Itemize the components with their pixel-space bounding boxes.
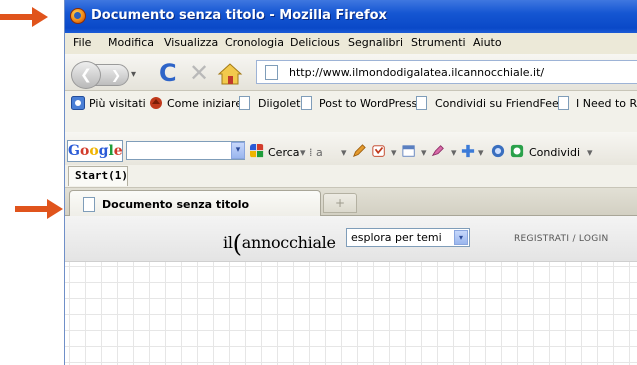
url-bar[interactable]: http://www.ilmondodigalatea.ilcannocchia… [256,60,637,84]
dropdown-icon[interactable]: ▾ [478,146,484,159]
firefox-icon [70,8,86,24]
forward-icon: ❯ [110,68,122,82]
google-logo[interactable]: Google [67,140,123,162]
google-search-dropdown[interactable]: ▾ [231,142,245,159]
menu-bar: File Modifica Visualizza Cronologia Deli… [65,33,637,54]
dropdown-icon[interactable]: ▾ ⁞ a [300,146,323,159]
start-toolbar [65,165,637,188]
dropdown-icon[interactable]: ▾ [341,146,347,159]
menu-delicious[interactable]: Delicious [290,36,340,49]
chevron-down-icon[interactable]: ▾ [454,230,468,245]
toolbar-spacer [65,115,637,132]
register-login-link[interactable]: REGISTRATI / LOGIN [514,234,609,244]
menu-modifica[interactable]: Modifica [108,36,154,49]
google-search-input[interactable] [126,141,245,160]
browser-window: Documento senza titolo - Mozilla Firefox… [64,0,637,365]
page-icon [301,96,312,110]
menu-segnalibri[interactable]: Segnalibri [348,36,403,49]
title-bar: Documento senza titolo - Mozilla Firefox [65,0,637,33]
menu-aiuto[interactable]: Aiuto [473,36,502,49]
highlighter-icon[interactable] [431,144,445,158]
url-text[interactable]: http://www.ilmondodigalatea.ilcannocchia… [289,66,544,79]
annotation-arrow-title [0,7,48,27]
explore-topics-label: esplora per temi [351,231,442,244]
logo-bracket: ( [232,230,242,258]
bookmarks-toolbar: Più visitati Come iniziare Diigolet Post… [65,91,637,115]
dropdown-icon[interactable]: ▾ [587,146,593,159]
bookmark-star-icon[interactable] [372,144,386,158]
back-button[interactable]: ❮ [71,61,101,89]
plus-icon[interactable] [461,144,475,158]
google-search-label[interactable]: Cerca [268,146,300,159]
page-content [65,262,637,365]
dropdown-icon[interactable]: ▾ [391,146,397,159]
back-forward-group: ❯ ❮ ▾ [71,61,145,89]
menu-visualizza[interactable]: Visualizza [164,36,218,49]
window-title: Documento senza titolo - Mozilla Firefox [91,8,387,23]
page-icon [265,65,278,80]
tab-documento-senza-titolo[interactable]: Documento senza titolo [69,190,321,216]
bookmark-i-need-to-read[interactable]: I Need to Re [576,97,637,110]
logo-prefix: il [223,233,233,252]
menu-cronologia[interactable]: Cronologia [225,36,284,49]
menu-file[interactable]: File [73,36,91,49]
page-icon [416,96,427,110]
page-icon [558,96,569,110]
annotation-arrow-tab [15,199,63,219]
tab-label: Documento senza titolo [102,198,250,211]
sidewiki-icon[interactable] [491,144,505,158]
dropdown-icon[interactable]: ▾ [451,146,457,159]
history-dropdown-icon[interactable]: ▾ [131,69,136,80]
home-icon[interactable] [217,62,243,86]
back-icon: ❮ [80,67,92,83]
stop-icon[interactable]: ✕ [189,58,209,88]
share-icon[interactable] [510,144,524,158]
google-search-icon[interactable] [250,144,264,158]
pencil-icon[interactable] [352,144,366,158]
reload-icon[interactable]: C [159,58,177,88]
start-tab[interactable]: Start(1) [68,166,128,186]
new-tab-button[interactable]: + [323,193,357,213]
bookmark-most-visited[interactable]: Più visitati [89,97,146,110]
getting-started-icon [150,97,162,109]
menu-strumenti[interactable]: Strumenti [411,36,466,49]
dropdown-icon[interactable]: ▾ [421,146,427,159]
site-logo[interactable]: il(annocchiale [223,226,336,258]
explore-topics-select[interactable]: esplora per temi ▾ [346,228,470,247]
logo-rest: annocchiale [241,233,336,252]
page-icon [83,197,95,212]
bookmark-come-iniziare[interactable]: Come iniziare [167,97,242,110]
bookmark-condividi-friendfeed[interactable]: Condividi su FriendFeed [435,97,566,110]
most-visited-icon [71,96,85,110]
share-label[interactable]: Condividi [529,146,580,159]
bookmark-post-to-wordpress[interactable]: Post to WordPress [319,97,417,110]
bookmark-diigolet[interactable]: Diigolet [258,97,300,110]
page-icon [239,96,250,110]
calendar-icon[interactable] [402,144,416,158]
